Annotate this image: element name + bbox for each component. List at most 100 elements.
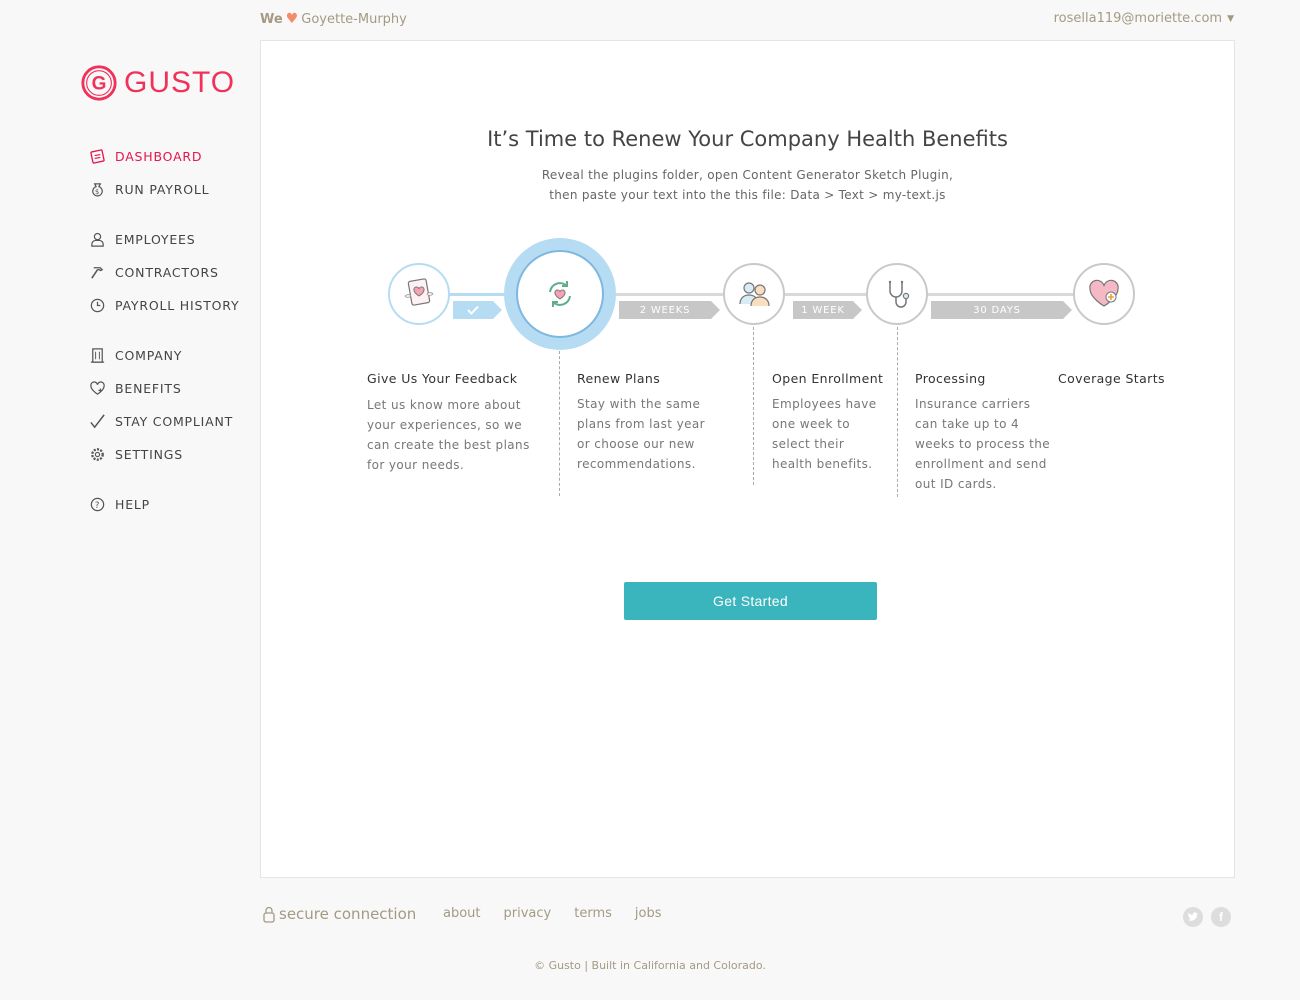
nav-group-help: ? HELP [88,488,258,521]
sidebar-item-company[interactable]: COMPANY [88,339,258,372]
duration-tag: 30 DAYS [931,301,1072,319]
lock-icon [263,906,275,923]
step-coverage-circle [1073,263,1135,325]
heart-plus-icon [1089,279,1119,307]
desc-line: enrollment and send [915,457,1047,471]
nav-group-people: EMPLOYEES CONTRACTORS PAYROLL HISTORY [88,223,258,322]
sidebar-item-dashboard[interactable]: DASHBOARD [88,140,258,173]
step-feedback-circle [388,263,450,325]
sidebar-item-label: HELP [115,497,150,512]
sidebar-item-settings[interactable]: SETTINGS [88,438,258,471]
gusto-logo-icon: G [81,65,117,101]
nav-group-payroll: DASHBOARD $ RUN PAYROLL [88,140,258,206]
sidebar-item-payroll-history[interactable]: PAYROLL HISTORY [88,289,258,322]
sidebar-item-label: STAY COMPLIANT [115,414,234,429]
duration-tag: 1 WEEK [793,301,862,319]
user-email: rosella119@moriette.com [1053,11,1223,26]
hammer-icon [88,264,106,282]
step-desc-renew-plans: Stay with the same plans from last year … [577,394,705,474]
sidebar-item-label: DASHBOARD [115,149,203,164]
sidebar-item-contractors[interactable]: CONTRACTORS [88,256,258,289]
desc-line: recommendations. [577,457,696,471]
sidebar-item-label: SETTINGS [115,447,183,462]
desc-line: one week to [772,417,850,431]
brand-name: GUSTO [124,66,236,99]
footer-link-privacy[interactable]: privacy [504,906,552,921]
copyright: © Gusto | Built in California and Colora… [534,959,766,972]
desc-line: can take up to 4 [915,417,1020,431]
company-name: Goyette-Murphy [301,11,407,27]
get-started-button[interactable]: Get Started [624,582,877,620]
sidebar-item-stay-compliant[interactable]: STAY COMPLIANT [88,405,258,438]
step-processing-circle [866,263,928,325]
gusto-logo[interactable]: G GUSTO [80,64,235,102]
stethoscope-icon [888,280,910,308]
step-desc-processing: Insurance carriers can take up to 4 week… [915,394,1050,494]
footer-links: about privacy terms jobs [443,906,684,921]
desc-line: or choose our new [577,437,695,451]
sidebar-item-label: RUN PAYROLL [115,182,210,197]
people-icon [739,282,770,307]
secure-connection: secure connection [262,905,416,923]
step-title-renew-plans: Renew Plans [577,371,661,386]
completed-check-tag [453,301,502,319]
step-desc-open-enrollment: Employees have one week to select their … [772,394,877,474]
footer-link-terms[interactable]: terms [574,906,612,921]
facebook-icon[interactable]: f [1211,907,1231,927]
sidebar-item-label: COMPANY [115,348,183,363]
money-bag-icon: $ [88,181,106,199]
refresh-heart-icon [549,281,571,307]
heart-plus-icon [88,380,106,398]
gear-icon [88,446,106,464]
dashboard-icon [88,148,106,166]
sidebar-item-benefits[interactable]: BENEFITS [88,372,258,405]
timeline-connector [783,293,867,296]
step-open-enrollment-circle [723,263,785,325]
sidebar-item-label: EMPLOYEES [115,232,196,247]
caret-down-icon: ▼ [1227,13,1234,24]
timeline-connector [449,293,505,296]
step-title-open-enrollment: Open Enrollment [772,371,884,386]
desc-line: weeks to process the [915,437,1051,451]
check-icon [467,305,479,315]
sidebar-item-employees[interactable]: EMPLOYEES [88,223,258,256]
desc-line: can create the best plans [367,438,530,452]
sidebar-item-help[interactable]: ? HELP [88,488,258,521]
desc-line: health benefits. [772,457,873,471]
step-desc-feedback: Let us know more about your experiences,… [367,395,530,475]
sidebar-nav: DASHBOARD $ RUN PAYROLL EMPLOYEES CONTRA… [88,140,258,538]
person-icon [88,231,106,249]
footer-link-about[interactable]: about [443,906,481,921]
step-renew-plans-circle [516,250,604,338]
desc-line: Employees have [772,397,877,411]
clock-icon [88,297,106,315]
sidebar-item-label: BENEFITS [115,381,182,396]
sidebar-item-run-payroll[interactable]: $ RUN PAYROLL [88,173,258,206]
nav-group-company: COMPANY BENEFITS STAY COMPLIANT SETTINGS [88,339,258,471]
svg-text:$: $ [95,188,100,196]
sidebar-item-label: PAYROLL HISTORY [115,298,240,313]
timeline-divider [559,351,560,496]
desc-line: plans from last year [577,417,705,431]
footer-link-jobs[interactable]: jobs [635,906,662,921]
duration-tag: 2 WEEKS [619,301,720,319]
user-menu[interactable]: rosella119@moriette.com ▼ [1054,11,1234,26]
step-title-processing: Processing [915,371,986,386]
timeline-connector [927,293,1075,296]
social-links: f [1175,907,1231,927]
desc-line: select their [772,437,845,451]
feedback-card-icon [404,278,434,306]
desc-line: Insurance carriers [915,397,1031,411]
timeline-connector [613,293,725,296]
heart-icon: ♥ [285,11,299,27]
secure-label: secure connection [279,905,417,923]
twitter-icon[interactable] [1183,907,1203,927]
company-indicator: We ♥ Goyette-Murphy [260,11,407,27]
timeline-divider [753,327,754,485]
we-label: We [260,11,283,27]
step-title-coverage: Coverage Starts [1058,371,1165,386]
question-circle-icon: ? [88,496,106,514]
svg-text:?: ? [94,501,99,511]
desc-line: out ID cards. [915,477,997,491]
desc-line: your experiences, so we [367,418,522,432]
